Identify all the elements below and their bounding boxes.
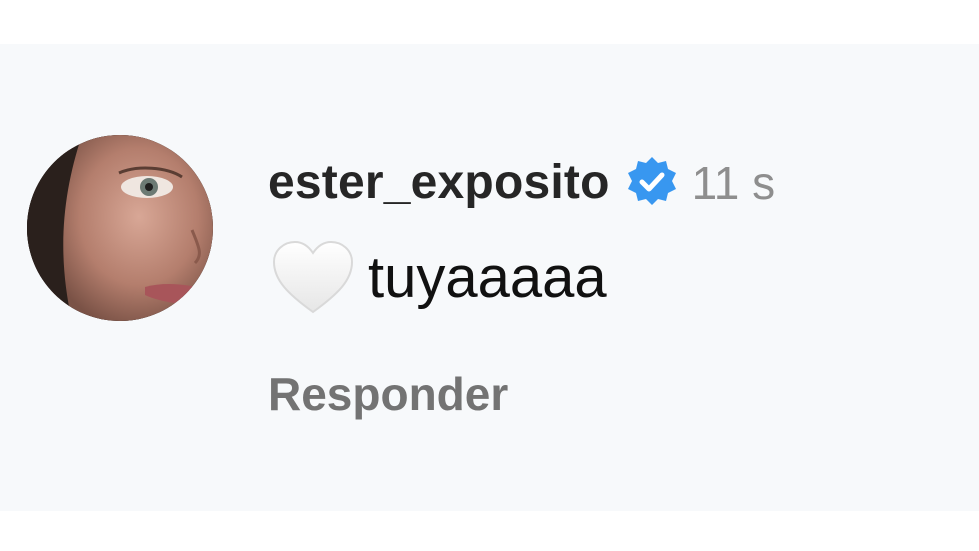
comment-header: ester_exposito 11 s bbox=[268, 152, 775, 214]
verified-badge-icon bbox=[624, 155, 680, 211]
avatar-image bbox=[27, 135, 213, 321]
username[interactable]: ester_exposito bbox=[268, 159, 610, 207]
comment-text: tuyaaaaa bbox=[368, 245, 607, 310]
comment-card: ester_exposito 11 s tuyaaaaa Responder bbox=[0, 44, 979, 511]
timestamp: 11 s bbox=[691, 157, 776, 209]
comment-body: tuyaaaaa bbox=[270, 236, 607, 320]
white-heart-icon bbox=[270, 238, 356, 318]
avatar[interactable] bbox=[27, 135, 213, 321]
reply-button[interactable]: Responder bbox=[268, 371, 508, 417]
